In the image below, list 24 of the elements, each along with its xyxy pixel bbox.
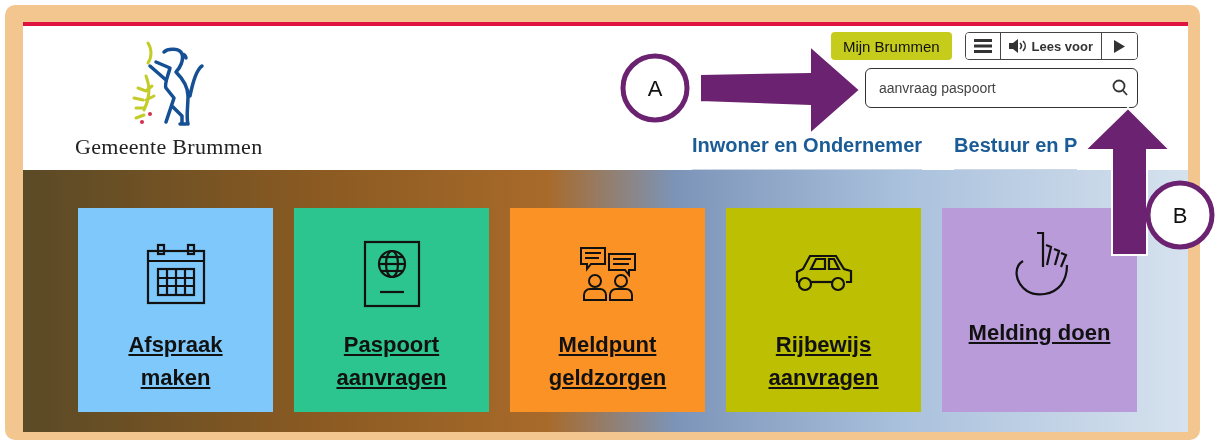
logo-text: Gemeente Brummen (75, 134, 263, 160)
callout-label: B (1172, 203, 1188, 228)
tile-link[interactable]: Afspraak maken (128, 328, 223, 394)
search-icon (1112, 79, 1128, 96)
callout-label: A (647, 76, 663, 101)
play-button[interactable] (1101, 33, 1137, 59)
menu-icon (973, 39, 992, 53)
callout-circle (1145, 180, 1215, 250)
shortcut-tile[interactable]: Afspraak maken (78, 208, 273, 412)
tile-link[interactable]: Rijbewijs aanvragen (768, 328, 879, 394)
shortcut-tile[interactable]: Melding doen (942, 208, 1137, 412)
tile-link[interactable]: Melding doen (968, 316, 1111, 349)
calendar-icon (145, 243, 206, 305)
shortcut-tile[interactable]: Meldpunt geldzorgen (510, 208, 705, 412)
shortcut-tile[interactable]: Rijbewijs aanvragen (726, 208, 921, 412)
passport-icon (362, 240, 421, 308)
tile-link[interactable]: Meldpunt geldzorgen (548, 328, 667, 394)
tile-link[interactable]: Paspoort aanvragen (336, 328, 447, 394)
search-field[interactable]: aanvraag paspoort (865, 68, 1138, 108)
speaker-icon (1008, 39, 1027, 53)
account-button[interactable]: Mijn Brummen (830, 32, 952, 60)
shortcut-tile[interactable]: Paspoort aanvragen (294, 208, 489, 412)
people-chat-icon (578, 246, 637, 302)
play-icon (1114, 39, 1125, 53)
